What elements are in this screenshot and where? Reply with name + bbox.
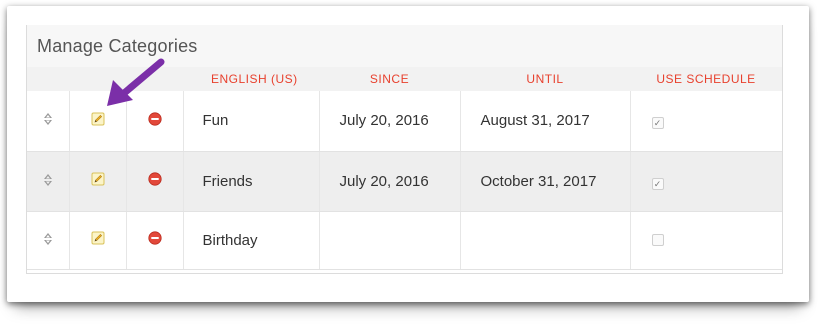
since-date: July 20, 2016	[319, 91, 461, 152]
table-row: Birthday	[27, 211, 782, 270]
sort-handle-icon[interactable]	[43, 173, 52, 186]
remove-circle-icon[interactable]	[147, 231, 162, 245]
since-date: July 20, 2016	[319, 151, 461, 212]
until-date	[460, 211, 631, 270]
since-date	[319, 211, 461, 270]
sort-handle-icon[interactable]	[43, 232, 52, 245]
annotation-arrow-icon	[107, 58, 165, 106]
until-date: August 31, 2017	[460, 91, 631, 152]
sort-handle[interactable]	[27, 211, 70, 270]
use-schedule-checkbox[interactable]	[651, 233, 664, 246]
pencil-icon[interactable]	[91, 112, 105, 126]
category-name: Friends	[183, 151, 320, 212]
table-row: Friends July 20, 2016 October 31, 2017 ✓	[27, 151, 782, 212]
delete-cell[interactable]	[126, 211, 184, 270]
delete-cell[interactable]	[126, 151, 184, 212]
use-schedule-checkbox[interactable]: ✓	[651, 177, 664, 190]
use-schedule-checkbox[interactable]: ✓	[651, 117, 664, 130]
category-name: Fun	[183, 91, 320, 152]
header-english-us[interactable]: ENGLISH (US)	[183, 67, 319, 91]
use-schedule-cell: ✓	[630, 91, 782, 152]
header-use-schedule[interactable]: USE SCHEDULE	[630, 67, 782, 91]
sort-handle[interactable]	[27, 151, 70, 212]
edit-cell[interactable]	[69, 211, 127, 270]
header-until[interactable]: UNTIL	[460, 67, 630, 91]
until-date: October 31, 2017	[460, 151, 631, 212]
remove-circle-icon[interactable]	[147, 172, 162, 186]
use-schedule-cell	[630, 211, 782, 270]
sort-handle-icon[interactable]	[43, 113, 52, 126]
edit-cell[interactable]	[69, 151, 127, 212]
use-schedule-cell: ✓	[630, 151, 782, 212]
header-since[interactable]: SINCE	[319, 67, 460, 91]
pencil-icon[interactable]	[91, 231, 105, 245]
sort-handle[interactable]	[27, 91, 70, 152]
header-sort	[27, 67, 69, 91]
category-name: Birthday	[183, 211, 320, 270]
remove-circle-icon[interactable]	[147, 112, 162, 126]
pencil-icon[interactable]	[91, 172, 105, 186]
